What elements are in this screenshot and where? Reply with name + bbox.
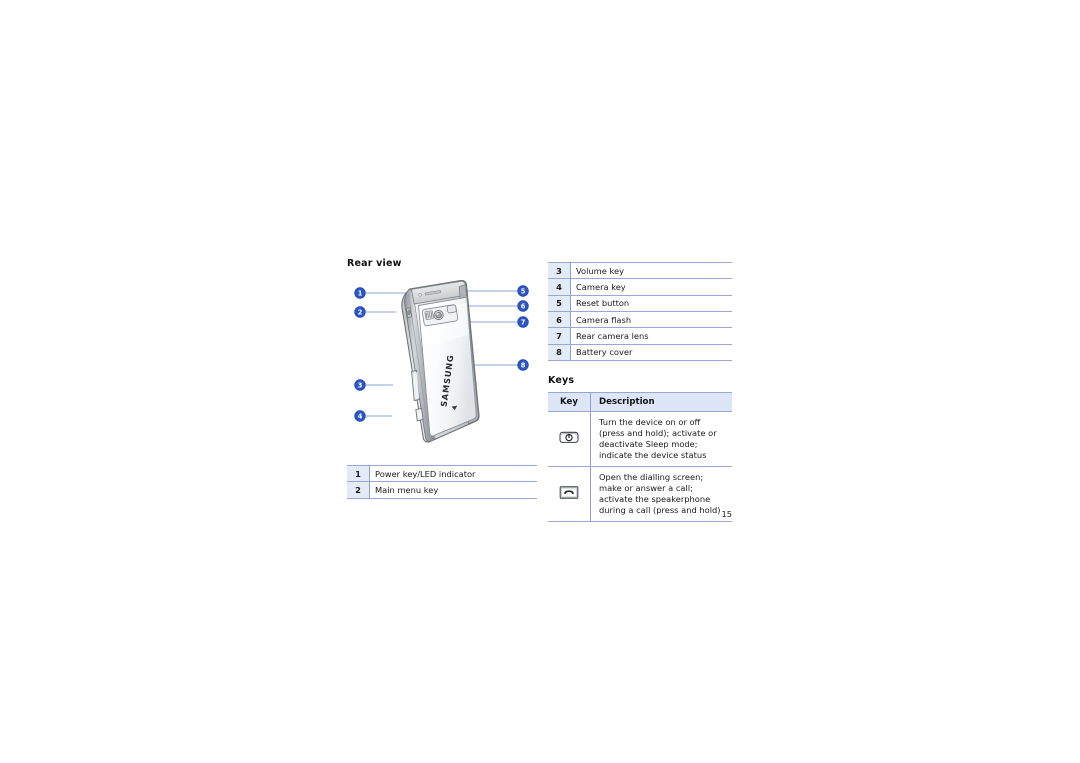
part-number: 2 — [347, 481, 370, 499]
part-label: Camera flash — [570, 311, 732, 329]
rear-view-section: Rear view SAMSUNG 1 2 3 4 5 6 7 8 1 Powe… — [347, 258, 537, 499]
phone-illustration: SAMSUNG 1 2 3 4 5 6 7 8 — [347, 275, 537, 465]
part-number: 6 — [548, 311, 571, 329]
table-row: 6 Camera flash — [548, 311, 732, 329]
keys-heading: Keys — [548, 375, 575, 387]
svg-text:7: 7 — [521, 318, 526, 326]
svg-text:3: 3 — [358, 381, 363, 389]
table-row: 3 Volume key — [548, 261, 732, 280]
part-label: Rear camera lens — [570, 327, 732, 345]
table-row: 7 Rear camera lens — [548, 327, 732, 345]
part-label: Battery cover — [570, 344, 732, 362]
part-number: 5 — [548, 295, 571, 313]
desc-line: activate the speakerphone — [599, 493, 711, 504]
svg-text:8: 8 — [521, 361, 526, 369]
table-row: 8 Battery cover — [548, 344, 732, 362]
table-row: 2 Main menu key — [347, 481, 537, 499]
part-number: 4 — [548, 278, 571, 296]
keys-header-key: Key — [548, 392, 591, 413]
part-label: Camera key — [570, 278, 732, 296]
document-page: Rear view SAMSUNG 1 2 3 4 5 6 7 8 1 Powe… — [0, 0, 1080, 763]
svg-text:6: 6 — [521, 302, 526, 310]
call-key-icon — [558, 485, 580, 500]
rear-view-parts-table-left: 1 Power key/LED indicator 2 Main menu ke… — [347, 464, 537, 499]
keys-cell-description: Turn the device on or off (press and hol… — [590, 411, 732, 467]
part-number: 1 — [347, 464, 370, 483]
keys-header-description: Description — [590, 392, 732, 413]
keys-table-header-row: Key Description — [548, 392, 732, 413]
desc-line: Open the dialling screen; — [599, 471, 704, 482]
svg-text:2: 2 — [358, 308, 363, 316]
keys-cell-icon — [548, 466, 591, 522]
part-label: Volume key — [570, 261, 732, 280]
right-column: 3 Volume key 4 Camera key 5 Reset button… — [548, 261, 732, 522]
keys-table: Key Description Turn the device on or of… — [548, 392, 732, 522]
desc-line: make or answer a call; — [599, 482, 693, 493]
part-number: 3 — [548, 261, 571, 280]
keys-cell-icon — [548, 411, 591, 467]
keys-section: Keys Key Description Turn the device on … — [548, 375, 732, 522]
svg-text:5: 5 — [521, 287, 526, 295]
desc-line: (press and hold); activate or — [599, 428, 717, 439]
rear-view-heading: Rear view — [347, 258, 402, 269]
desc-line: indicate the device status — [599, 449, 707, 460]
rear-view-parts-table-right: 3 Volume key 4 Camera key 5 Reset button… — [548, 261, 732, 362]
page-number: 15 — [721, 509, 732, 519]
part-label: Reset button — [570, 295, 732, 313]
table-row: 1 Power key/LED indicator — [347, 464, 537, 483]
table-row: Turn the device on or off (press and hol… — [548, 411, 732, 467]
desc-line: deactivate Sleep mode; — [599, 439, 698, 450]
power-key-icon — [558, 431, 580, 444]
part-label: Main menu key — [369, 481, 537, 499]
part-number: 8 — [548, 344, 571, 362]
part-label: Power key/LED indicator — [369, 464, 537, 483]
table-row: 4 Camera key — [548, 278, 732, 296]
svg-text:4: 4 — [358, 412, 363, 420]
desc-line: Turn the device on or off — [599, 417, 701, 428]
svg-text:1: 1 — [358, 289, 363, 297]
part-number: 7 — [548, 327, 571, 345]
table-row: 5 Reset button — [548, 295, 732, 313]
